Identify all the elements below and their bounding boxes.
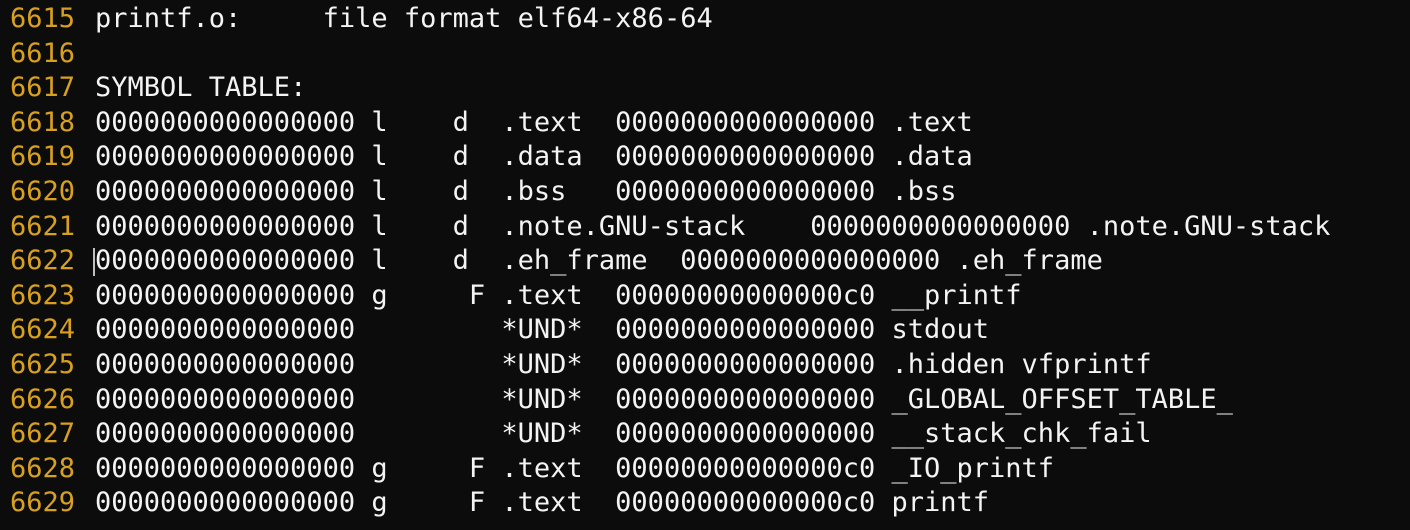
line-number: 6626 xyxy=(10,383,76,415)
line-number: 6625 xyxy=(10,349,76,380)
line-text: 0000000000000000 l d .bss 00000000000000… xyxy=(95,176,957,207)
text-cursor xyxy=(93,248,95,276)
line-text: 0000000000000000 l d .note.GNU-stack 000… xyxy=(95,210,1331,242)
line-text: 0000000000000000 g F .text 0000000000000… xyxy=(95,487,990,519)
line-number: 6619 xyxy=(10,141,76,173)
line-number: 6616 xyxy=(10,37,76,69)
line-number: 6618 xyxy=(10,106,76,138)
line-number: 6622 xyxy=(10,245,76,277)
line-number: 6624 xyxy=(10,314,76,346)
terminal-editor[interactable]: 6615 printf.o: file format elf64-x86-64 6… xyxy=(0,0,1410,530)
line-text: 0000000000000000 l d .eh_frame 000000000… xyxy=(95,245,1103,277)
line-text: 0000000000000000 l d .data 0000000000000… xyxy=(95,141,973,173)
line-text: 0000000000000000 *UND* 0000000000000000 … xyxy=(95,383,1233,415)
line-text: 0000000000000000 l d .text 0000000000000… xyxy=(95,106,973,138)
line-number: 6628 xyxy=(10,452,76,484)
line-text: 0000000000000000 *UND* 0000000000000000 … xyxy=(95,349,1152,380)
line-text: printf.o: file format elf64-x86-64 xyxy=(95,3,713,34)
line-text: 0000000000000000 *UND* 0000000000000000 … xyxy=(95,418,1152,450)
line-text: 0000000000000000 g F .text 0000000000000… xyxy=(95,452,1055,484)
line-number: 6623 xyxy=(10,279,76,311)
line-text: 0000000000000000 *UND* 0000000000000000 … xyxy=(95,314,990,346)
line-number: 6621 xyxy=(10,210,76,242)
line-number: 6615 xyxy=(10,3,76,34)
line-text: SYMBOL TABLE: xyxy=(95,72,307,104)
line-number: 6617 xyxy=(10,72,76,104)
line-text: 0000000000000000 g F .text 0000000000000… xyxy=(95,279,1022,311)
line-number: 6620 xyxy=(10,176,76,207)
line-number: 6627 xyxy=(10,418,76,450)
line-number: 6629 xyxy=(10,487,76,519)
